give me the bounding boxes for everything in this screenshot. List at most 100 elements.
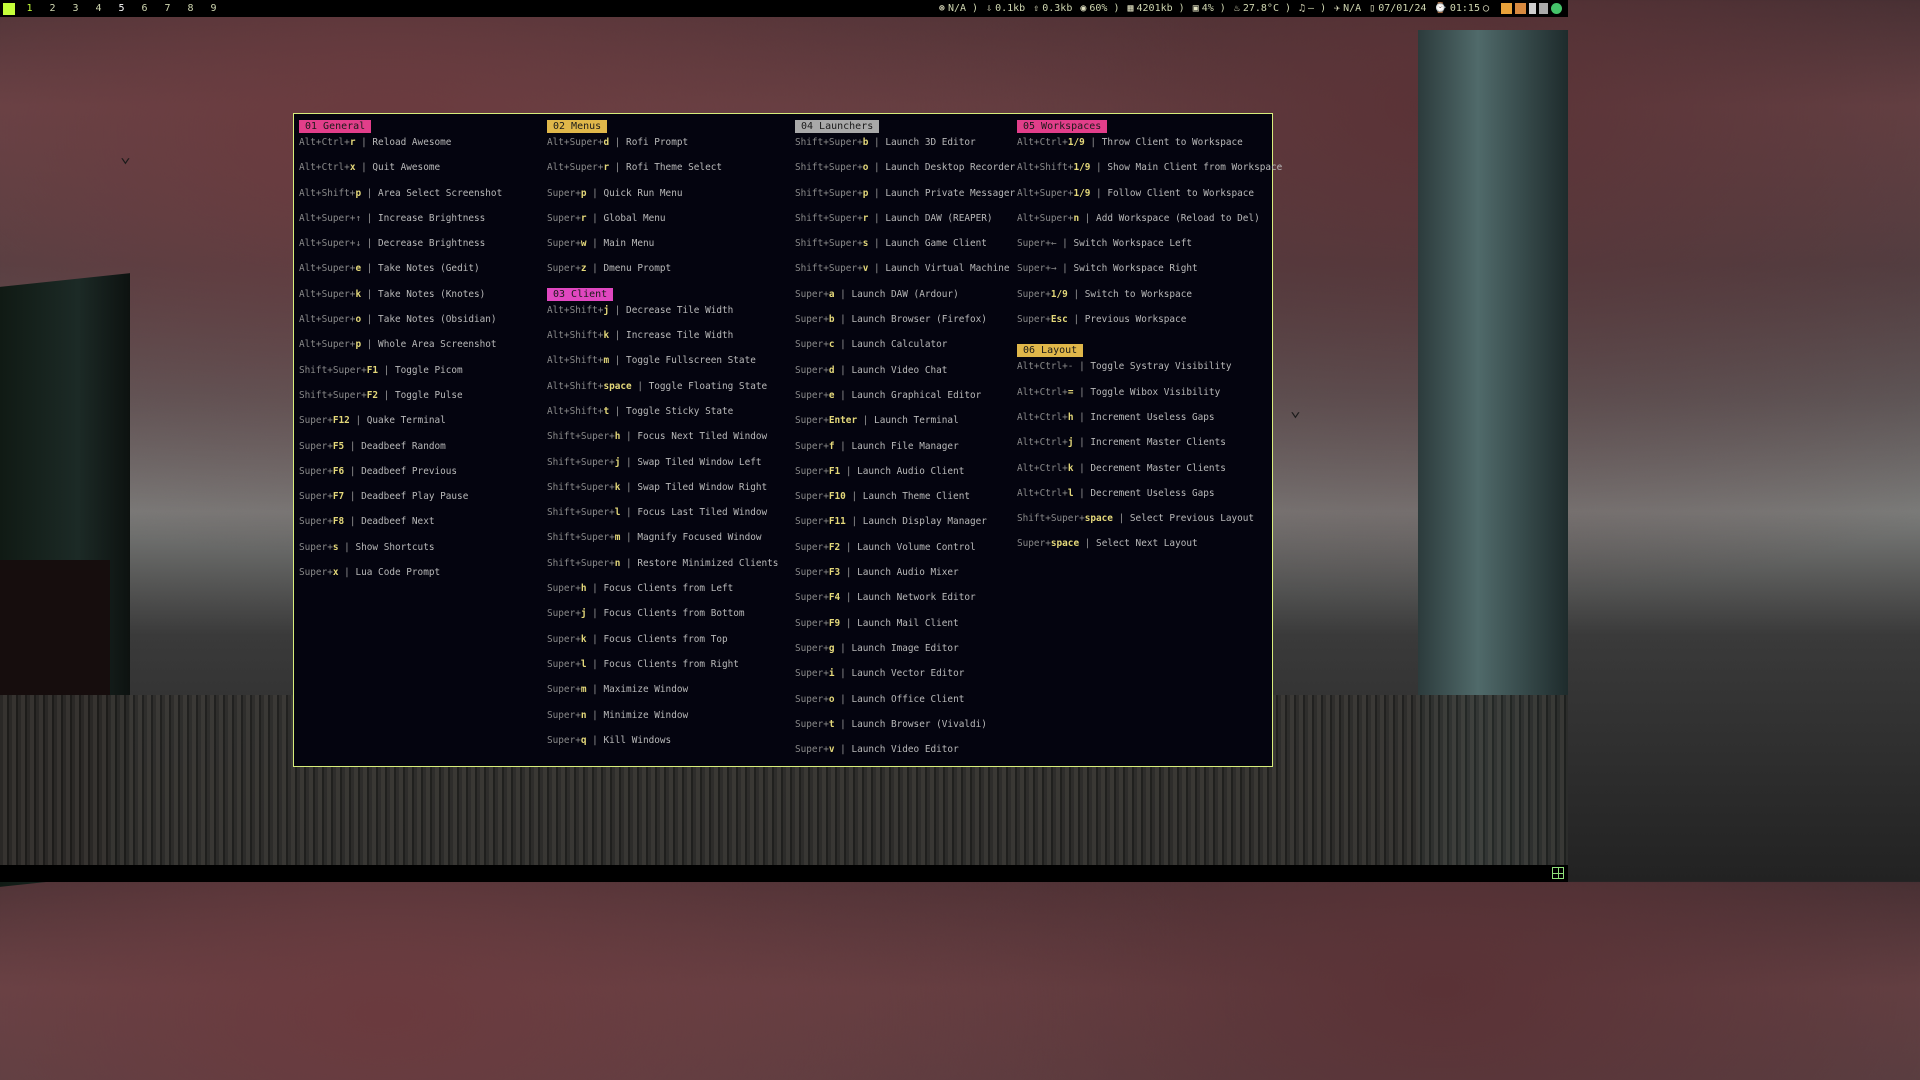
shortcut-row: Super+e | Launch Graphical Editor: [795, 389, 1015, 414]
shortcut-separator: |: [361, 314, 379, 326]
shortcut-description: Launch Browser (Vivaldi): [851, 718, 987, 730]
section-title: 05 Workspaces: [1017, 120, 1108, 133]
workspace-tag-3[interactable]: 3: [64, 3, 87, 14]
section-general: 01 General Alt+Ctrl+r | Reload Awesome Alt…: [299, 120, 502, 591]
shortcut-description: Decrease Tile Width: [626, 304, 734, 316]
shortcut-modifier: Super+: [1017, 538, 1051, 550]
status-widgets: ⊛ N/A ) ⇩ 0.1kb ⇧ 0.3kb ◉ 60% ) ▦ 4201kb ) ▣ 4…: [939, 0, 1568, 17]
tray-network-icon[interactable]: [1539, 3, 1548, 14]
workspace-tag-4[interactable]: 4: [87, 3, 110, 14]
section-title: 01 General: [299, 120, 372, 133]
shortcut-row: Super+g | Launch Image Editor: [795, 642, 1015, 667]
shortcut-row: Alt+Ctrl+= | Toggle Wibox Visibility: [1017, 386, 1282, 411]
shortcut-row: Super+F2 | Launch Volume Control: [795, 541, 1015, 566]
shortcut-separator: |: [1073, 411, 1091, 423]
shortcut-row: Super+F11 | Launch Display Manager: [795, 515, 1015, 540]
shortcut-key: F5: [332, 440, 345, 452]
music-widget[interactable]: ♫ – ): [1299, 3, 1326, 14]
workspace-tag-2[interactable]: 2: [41, 3, 64, 14]
shortcut-description: Launch Office Client: [851, 693, 965, 705]
workspace-tag-7[interactable]: 7: [156, 3, 179, 14]
shortcut-separator: |: [609, 304, 627, 316]
shortcut-separator: |: [840, 592, 858, 604]
volume-widget[interactable]: ◉ 60% ): [1080, 3, 1119, 14]
shortcut-description: Launch Video Chat: [851, 364, 948, 376]
shortcut-description: Swap Tiled Window Right: [637, 481, 768, 493]
shortcut-separator: |: [1112, 513, 1130, 525]
tray-app-icon[interactable]: [1515, 3, 1526, 14]
shortcut-description: Increase Tile Width: [626, 330, 734, 342]
shortcut-modifier: Super+: [1017, 314, 1051, 326]
shortcut-separator: |: [868, 212, 886, 224]
shortcut-description: Launch Calculator: [851, 339, 948, 351]
shortcut-row: Alt+Shift+m | Toggle Fullscreen State: [547, 354, 778, 379]
shortcut-separator: |: [868, 263, 886, 275]
shortcut-separator: |: [834, 440, 852, 452]
shortcut-description: Main Menu: [603, 238, 655, 250]
shortcut-separator: |: [834, 288, 852, 300]
shortcut-row: Super+t | Launch Browser (Vivaldi): [795, 718, 1015, 743]
shortcut-modifier: Super+: [795, 339, 829, 351]
shortcut-key: space: [1084, 513, 1113, 525]
tray-update-icon[interactable]: [1551, 3, 1562, 14]
date-widget[interactable]: ▯ 07/01/24: [1369, 3, 1426, 14]
shortcut-separator: |: [361, 187, 379, 199]
shortcut-modifier: Alt+Super+: [547, 162, 604, 174]
shortcut-row: Shift+Super+m | Magnify Focused Window: [547, 531, 778, 556]
shortcut-separator: |: [586, 238, 604, 250]
memory-widget: ▦ 4201kb ): [1127, 3, 1185, 14]
grid-layout-icon[interactable]: [1552, 867, 1564, 879]
shortcut-description: Dmenu Prompt: [603, 263, 672, 275]
shortcut-description: Area Select Screenshot: [378, 187, 503, 199]
shortcut-modifier: Shift+Super+: [547, 557, 615, 569]
shortcut-modifier: Super+: [299, 541, 333, 553]
shortcut-description: Magnify Focused Window: [637, 532, 762, 544]
shortcut-modifier: Alt+Super+: [299, 263, 356, 275]
shortcut-modifier: Super+: [795, 744, 829, 756]
shortcut-modifier: Super+: [795, 617, 829, 629]
shortcut-description: Toggle Sticky State: [626, 405, 734, 417]
workspace-tag-5[interactable]: 5: [110, 3, 133, 14]
shortcut-description: Launch Private Messager: [885, 187, 1016, 199]
shortcut-modifier: Shift+Super+: [795, 212, 863, 224]
temperature-widget: ♨ 27.8°C ): [1233, 3, 1292, 14]
section-workspaces: 05 Workspaces Alt+Ctrl+1/9 | Throw Client…: [1017, 120, 1282, 338]
shortcut-description: Quake Terminal: [366, 415, 446, 427]
workspace-tag-8[interactable]: 8: [179, 3, 202, 14]
shortcut-row: Super+← | Switch Workspace Left: [1017, 237, 1282, 262]
shortcut-row: Super+k | Focus Clients from Top: [547, 633, 778, 658]
shortcut-modifier: Alt+Ctrl+: [299, 162, 350, 174]
shortcut-row: Super+d | Launch Video Chat: [795, 364, 1015, 389]
shortcut-modifier: Super+: [547, 608, 581, 620]
shortcut-modifier: Super+: [795, 415, 829, 427]
shortcut-separator: |: [344, 491, 362, 503]
shortcut-modifier: Alt+Super+: [1017, 187, 1074, 199]
clock-widget[interactable]: ⌚ 01:15 ◯: [1434, 3, 1489, 14]
shortcut-modifier: Super+: [795, 541, 829, 553]
shortcut-modifier: Alt+Shift+: [547, 405, 604, 417]
shortcut-separator: |: [361, 263, 379, 275]
shortcut-row: Shift+Super+h | Focus Next Tiled Window: [547, 430, 778, 455]
shortcut-modifier: Shift+Super+: [299, 389, 367, 401]
shortcut-row: Super+x | Lua Code Prompt: [299, 566, 502, 591]
shortcut-row: Super+j | Focus Clients from Bottom: [547, 607, 778, 632]
section-menus: 02 Menus Alt+Super+d | Rofi Prompt Alt+Sup…: [547, 120, 778, 288]
layout-indicator-icon[interactable]: [3, 2, 15, 15]
shortcut-separator: |: [840, 617, 858, 629]
shortcut-modifier: Super+→: [1017, 263, 1057, 275]
shortcut-row: Shift+Super+F1 | Toggle Picom: [299, 364, 502, 389]
shortcut-key: F2: [828, 541, 841, 553]
workspace-tag-1[interactable]: 1: [18, 3, 41, 14]
shortcut-separator: |: [609, 162, 627, 174]
workspace-tag-6[interactable]: 6: [133, 3, 156, 14]
tray-volume-icon[interactable]: [1529, 3, 1536, 14]
shortcut-row: Super+F3 | Launch Audio Mixer: [795, 566, 1015, 591]
workspace-tag-9[interactable]: 9: [202, 3, 225, 14]
shortcut-row: Super+b | Launch Browser (Firefox): [795, 313, 1015, 338]
shortcut-description: Throw Client to Workspace: [1101, 137, 1243, 148]
tray-app-icon[interactable]: [1501, 3, 1512, 14]
shortcut-separator: |: [620, 507, 638, 519]
bottom-wibar: [0, 865, 1568, 882]
shortcut-separator: |: [586, 608, 604, 620]
shortcut-modifier: Shift+Super+: [795, 137, 863, 148]
